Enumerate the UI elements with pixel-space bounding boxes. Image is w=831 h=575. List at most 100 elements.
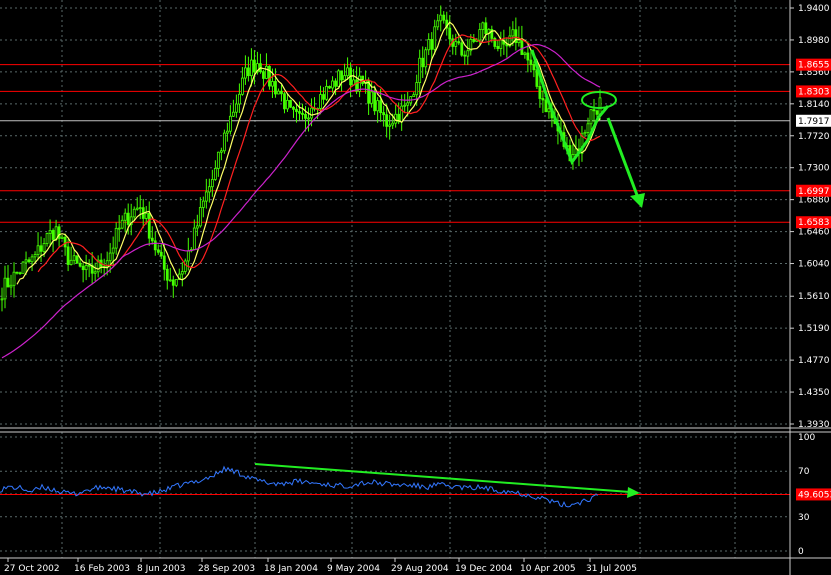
candle-body bbox=[27, 259, 31, 263]
candle-body bbox=[304, 114, 307, 119]
candle-body bbox=[526, 52, 530, 61]
candle-body bbox=[424, 49, 428, 68]
candle-body bbox=[592, 109, 596, 112]
candle-body bbox=[12, 271, 16, 286]
candle-body bbox=[150, 237, 154, 242]
candle-body bbox=[298, 111, 301, 114]
candle-body bbox=[6, 277, 10, 288]
candle-body bbox=[231, 111, 235, 117]
candle-body bbox=[427, 39, 431, 51]
candle-body bbox=[48, 230, 52, 234]
candle-body bbox=[171, 279, 175, 286]
time-tick-label: 27 Oct 2002 bbox=[4, 564, 60, 574]
candle-body bbox=[36, 245, 40, 255]
candle-body bbox=[484, 22, 488, 35]
candle-body bbox=[301, 112, 304, 115]
price-tick-label: 1.3930 bbox=[798, 420, 830, 430]
candle-body bbox=[87, 264, 91, 267]
candle-body bbox=[328, 86, 331, 89]
candle-body bbox=[247, 67, 250, 77]
candle-body bbox=[207, 186, 211, 193]
candle-body bbox=[520, 39, 524, 55]
time-tick-label: 31 Jul 2005 bbox=[586, 564, 637, 574]
time-tick-label: 9 May 2004 bbox=[327, 564, 380, 574]
level-price-tag-label: 1.6583 bbox=[798, 218, 830, 228]
candle-body bbox=[216, 151, 220, 169]
candle-body bbox=[42, 243, 46, 252]
candle-body bbox=[280, 90, 283, 95]
trend-annotations[interactable] bbox=[254, 49, 645, 498]
oscillator-divergence-line[interactable] bbox=[254, 463, 631, 493]
level-price-tag-label: 1.8655 bbox=[798, 61, 830, 71]
candle-body bbox=[30, 256, 34, 263]
candle-body bbox=[415, 82, 419, 96]
candle-body bbox=[499, 39, 503, 49]
candle-body bbox=[319, 94, 322, 109]
oscillator-tick-label: 30 bbox=[798, 513, 810, 523]
price-tick-label: 1.6460 bbox=[798, 228, 830, 238]
price-tick-label: 1.7300 bbox=[798, 164, 830, 174]
candle-body bbox=[391, 122, 395, 126]
candle-body bbox=[466, 50, 470, 57]
candle-body bbox=[268, 65, 271, 87]
candle-body bbox=[162, 255, 166, 270]
candle-body bbox=[117, 227, 121, 230]
candle-body bbox=[421, 57, 425, 68]
level-price-tag-label: 1.8303 bbox=[798, 87, 830, 97]
candle-body bbox=[153, 240, 157, 251]
candle-body bbox=[244, 67, 247, 79]
candle-body bbox=[283, 93, 286, 110]
candle-body bbox=[583, 131, 587, 135]
candle-body bbox=[385, 114, 389, 127]
candle-body bbox=[51, 230, 55, 240]
price-tick-label: 1.9400 bbox=[798, 4, 830, 14]
candle-body bbox=[523, 52, 527, 55]
candle-body bbox=[340, 70, 343, 81]
candle-body bbox=[412, 94, 416, 97]
level-price-tag-label: 1.6997 bbox=[798, 187, 830, 197]
candle-body bbox=[213, 168, 217, 180]
candle-body bbox=[186, 250, 190, 262]
candle-body bbox=[511, 29, 515, 37]
candle-body bbox=[120, 219, 124, 229]
forex-chart: 1.94001.89801.85601.81401.77201.73001.68… bbox=[0, 0, 831, 575]
candle-body bbox=[325, 86, 328, 100]
candle-body bbox=[274, 81, 277, 95]
candle-body bbox=[346, 67, 349, 77]
time-axis-ticks: 27 Oct 2002 16 Feb 2003 8 Jun 2003 28 Sep 2… bbox=[4, 558, 637, 574]
candle-body bbox=[331, 80, 334, 89]
current-price-tag-label: 1.7917 bbox=[798, 117, 830, 127]
forecast-arrow-line[interactable] bbox=[606, 117, 642, 204]
price-tick-label: 1.4770 bbox=[798, 356, 830, 366]
candle-body bbox=[388, 124, 392, 127]
candle-body bbox=[430, 39, 434, 50]
oscillator-panel bbox=[0, 465, 599, 508]
candle-body bbox=[111, 247, 115, 254]
time-tick-label: 8 Jun 2003 bbox=[137, 564, 185, 574]
candle-body bbox=[343, 75, 346, 81]
candle-body bbox=[538, 86, 542, 99]
arrow-head-icon bbox=[627, 487, 640, 498]
oscillator-tick-label: 0 bbox=[798, 547, 804, 557]
candle-body bbox=[436, 20, 440, 28]
candle-body bbox=[442, 14, 446, 21]
candle-body bbox=[108, 252, 112, 262]
candle-body bbox=[198, 207, 202, 227]
candle-body bbox=[481, 22, 485, 30]
candle-body bbox=[144, 212, 148, 219]
price-tick-label: 1.8980 bbox=[798, 36, 830, 46]
candle-body bbox=[337, 70, 340, 87]
candle-body bbox=[250, 59, 253, 77]
candle-body bbox=[448, 27, 452, 40]
candle-body bbox=[39, 245, 43, 252]
candle-body bbox=[370, 91, 374, 104]
oscillator-line bbox=[0, 465, 599, 508]
candle-body bbox=[159, 251, 163, 257]
candle-body bbox=[310, 107, 313, 119]
candle-body bbox=[478, 29, 482, 41]
horizontal-levels[interactable] bbox=[0, 64, 790, 495]
candle-body bbox=[532, 64, 536, 71]
candle-body bbox=[201, 200, 205, 208]
time-tick-label: 28 Sep 2003 bbox=[198, 564, 255, 574]
ma-mid-line bbox=[37, 34, 601, 273]
